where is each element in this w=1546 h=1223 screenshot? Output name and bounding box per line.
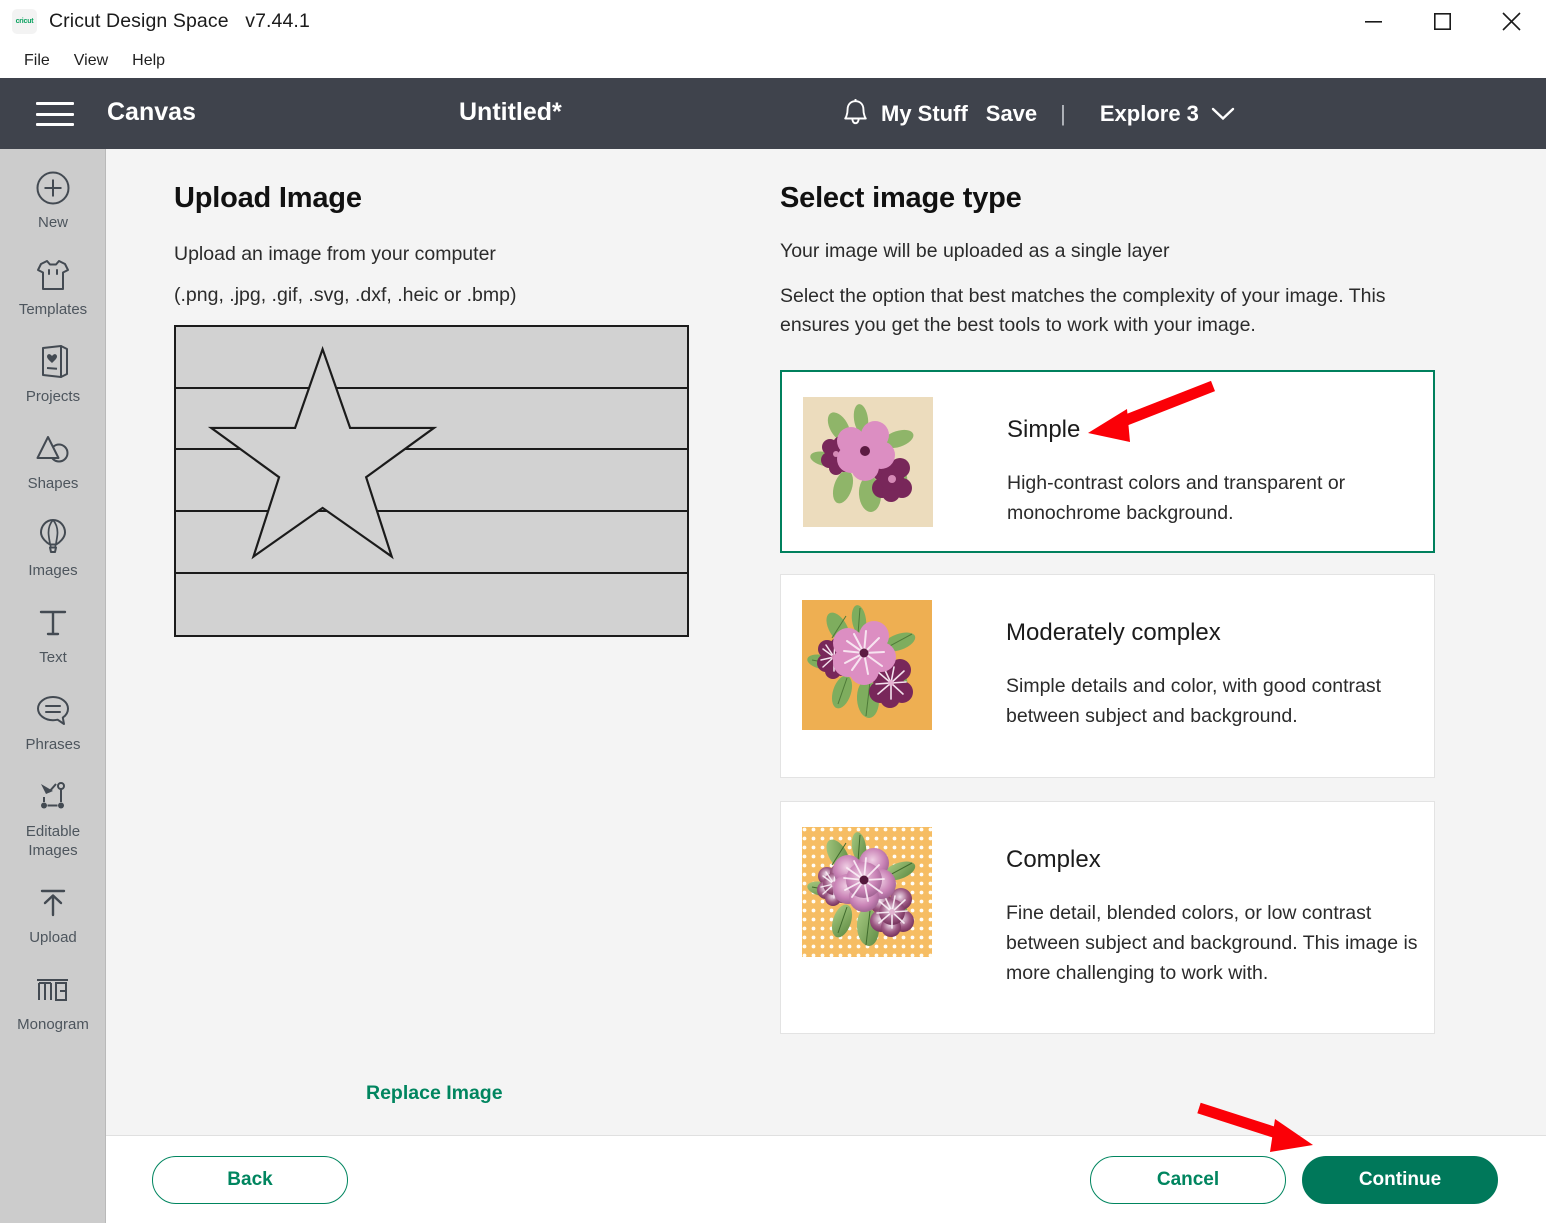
sidebar-item-monogram[interactable]: Monogram xyxy=(0,969,106,1034)
select-image-type-heading: Select image type xyxy=(780,182,1022,214)
chevron-down-icon xyxy=(1211,107,1235,121)
moderately-complex-text-block: Moderately complex Simple details and co… xyxy=(1006,575,1434,731)
complex-thumbnail xyxy=(802,827,932,957)
nodes-path-icon xyxy=(35,776,71,818)
menu-item-help[interactable]: Help xyxy=(120,50,177,72)
sidebar-item-label: Shapes xyxy=(27,475,79,492)
cancel-button[interactable]: Cancel xyxy=(1090,1156,1286,1204)
app-header: Canvas Untitled* My Stuff Save | Explore… xyxy=(0,78,1546,215)
my-stuff-link[interactable]: My Stuff xyxy=(872,101,977,127)
image-type-option-moderately-complex[interactable]: Moderately complex Simple details and co… xyxy=(780,574,1435,778)
upload-dialog-body: Upload Image Upload an image from your c… xyxy=(106,149,1546,1135)
machine-selector[interactable]: Explore 3 xyxy=(1080,101,1241,127)
moderately-complex-thumbnail xyxy=(802,600,932,730)
canvas-label[interactable]: Canvas xyxy=(107,98,196,127)
menu-bar: File View Help xyxy=(0,43,1546,78)
sidebar-item-text[interactable]: Text xyxy=(0,602,106,667)
complex-option-title: Complex xyxy=(1006,846,1101,873)
cricut-logo-icon: cricut xyxy=(12,9,37,34)
sidebar-item-label: Text xyxy=(39,649,67,666)
sidebar-item-label: Monogram xyxy=(17,1016,89,1033)
sidebar-item-shapes[interactable]: Shapes xyxy=(0,428,106,493)
card-heart-icon xyxy=(36,341,70,383)
sidebar-item-label: New xyxy=(37,214,68,231)
save-link[interactable]: Save xyxy=(977,101,1046,127)
select-image-type-description: Select the option that best matches the … xyxy=(780,285,1386,336)
hamburger-menu-icon[interactable] xyxy=(36,102,74,126)
continue-button[interactable]: Continue xyxy=(1302,1156,1498,1204)
sidebar-item-label: Phrases xyxy=(25,736,81,753)
upload-supported-formats: (.png, .jpg, .gif, .svg, .dxf, .heic or … xyxy=(174,284,517,306)
hot-air-balloon-icon xyxy=(38,515,68,557)
sidebar-item-templates[interactable]: Templates xyxy=(0,254,106,319)
moderately-complex-option-description: Simple details and color, with good cont… xyxy=(1006,675,1382,727)
sidebar-item-label: Images xyxy=(28,562,78,579)
single-layer-subtitle: Your image will be uploaded as a single … xyxy=(780,240,1170,262)
star-outline xyxy=(207,345,438,560)
sidebar-item-new[interactable]: New xyxy=(0,167,106,232)
sidebar-item-projects[interactable]: Projects xyxy=(0,341,106,406)
maximize-button[interactable] xyxy=(1408,0,1477,43)
editable-label-line2: Images xyxy=(28,842,78,859)
app-name-text: Cricut Design Space xyxy=(49,10,229,32)
dialog-footer: Back Cancel Continue xyxy=(106,1135,1546,1223)
window-title: Cricut Design Space v7.44.1 xyxy=(49,10,310,33)
window-titlebar: cricut Cricut Design Space v7.44.1 xyxy=(0,0,1546,43)
sidebar-item-label: Projects xyxy=(25,388,81,405)
sidebar-item-phrases[interactable]: Phrases xyxy=(0,689,106,754)
speech-bubble-icon xyxy=(35,689,71,731)
tshirt-icon xyxy=(35,254,71,296)
cricut-design-space-window: cricut Cricut Design Space v7.44.1 File … xyxy=(0,0,1546,1223)
upload-arrow-icon xyxy=(37,882,69,924)
simple-option-title: Simple xyxy=(1007,416,1081,443)
replace-image-link[interactable]: Replace Image xyxy=(366,1082,503,1105)
machine-name-label: Explore 3 xyxy=(1099,100,1199,126)
header-divider: | xyxy=(1060,100,1066,126)
image-type-option-complex[interactable]: Complex Fine detail, blended colors, or … xyxy=(780,801,1435,1034)
sidebar-item-label: Editable Images xyxy=(26,822,80,860)
sidebar-item-label: Templates xyxy=(18,301,88,318)
document-title[interactable]: Untitled* xyxy=(459,98,562,127)
sidebar-item-upload[interactable]: Upload xyxy=(0,882,106,947)
monogram-mg-icon xyxy=(34,969,72,1011)
menu-item-file[interactable]: File xyxy=(12,50,62,72)
editable-label-line1: Editable xyxy=(25,823,81,840)
complex-option-description: Fine detail, blended colors, or low cont… xyxy=(1006,902,1418,984)
upload-image-column: Upload Image Upload an image from your c… xyxy=(106,149,746,1135)
simple-text-block: Simple High-contrast colors and transpar… xyxy=(1007,372,1433,528)
upload-instructions-line-1: Upload an image from your computer xyxy=(174,243,496,265)
sidebar-item-images[interactable]: Images xyxy=(0,515,106,580)
window-controls xyxy=(1339,0,1546,43)
minimize-button[interactable] xyxy=(1339,0,1408,43)
upload-image-heading: Upload Image xyxy=(174,182,362,214)
shapes-icon xyxy=(34,428,72,470)
back-button[interactable]: Back xyxy=(152,1156,348,1204)
app-version-text: v7.44.1 xyxy=(245,10,310,32)
simple-option-description: High-contrast colors and transparent or … xyxy=(1007,472,1346,524)
simple-thumbnail xyxy=(803,397,933,527)
header-right-group: My Stuff Save | Explore 3 xyxy=(838,78,1241,149)
plus-circle-icon xyxy=(35,167,71,209)
sidebar-item-label: Upload xyxy=(29,929,77,946)
menu-item-view[interactable]: View xyxy=(62,50,120,72)
bell-icon[interactable] xyxy=(838,97,872,131)
select-image-type-column: Select image type Your image will be upl… xyxy=(780,149,1546,1135)
text-t-icon xyxy=(37,602,69,644)
uploaded-image-preview[interactable] xyxy=(174,325,689,637)
moderately-complex-option-title: Moderately complex xyxy=(1006,619,1221,646)
image-type-option-simple[interactable]: Simple High-contrast colors and transpar… xyxy=(780,370,1435,553)
sidebar-item-editable-images[interactable]: Editable Images xyxy=(0,776,106,860)
complex-text-block: Complex Fine detail, blended colors, or … xyxy=(1006,802,1434,988)
close-button[interactable] xyxy=(1477,0,1546,43)
tool-sidebar: New Templates Projects Shapes Images Tex… xyxy=(0,149,106,1223)
